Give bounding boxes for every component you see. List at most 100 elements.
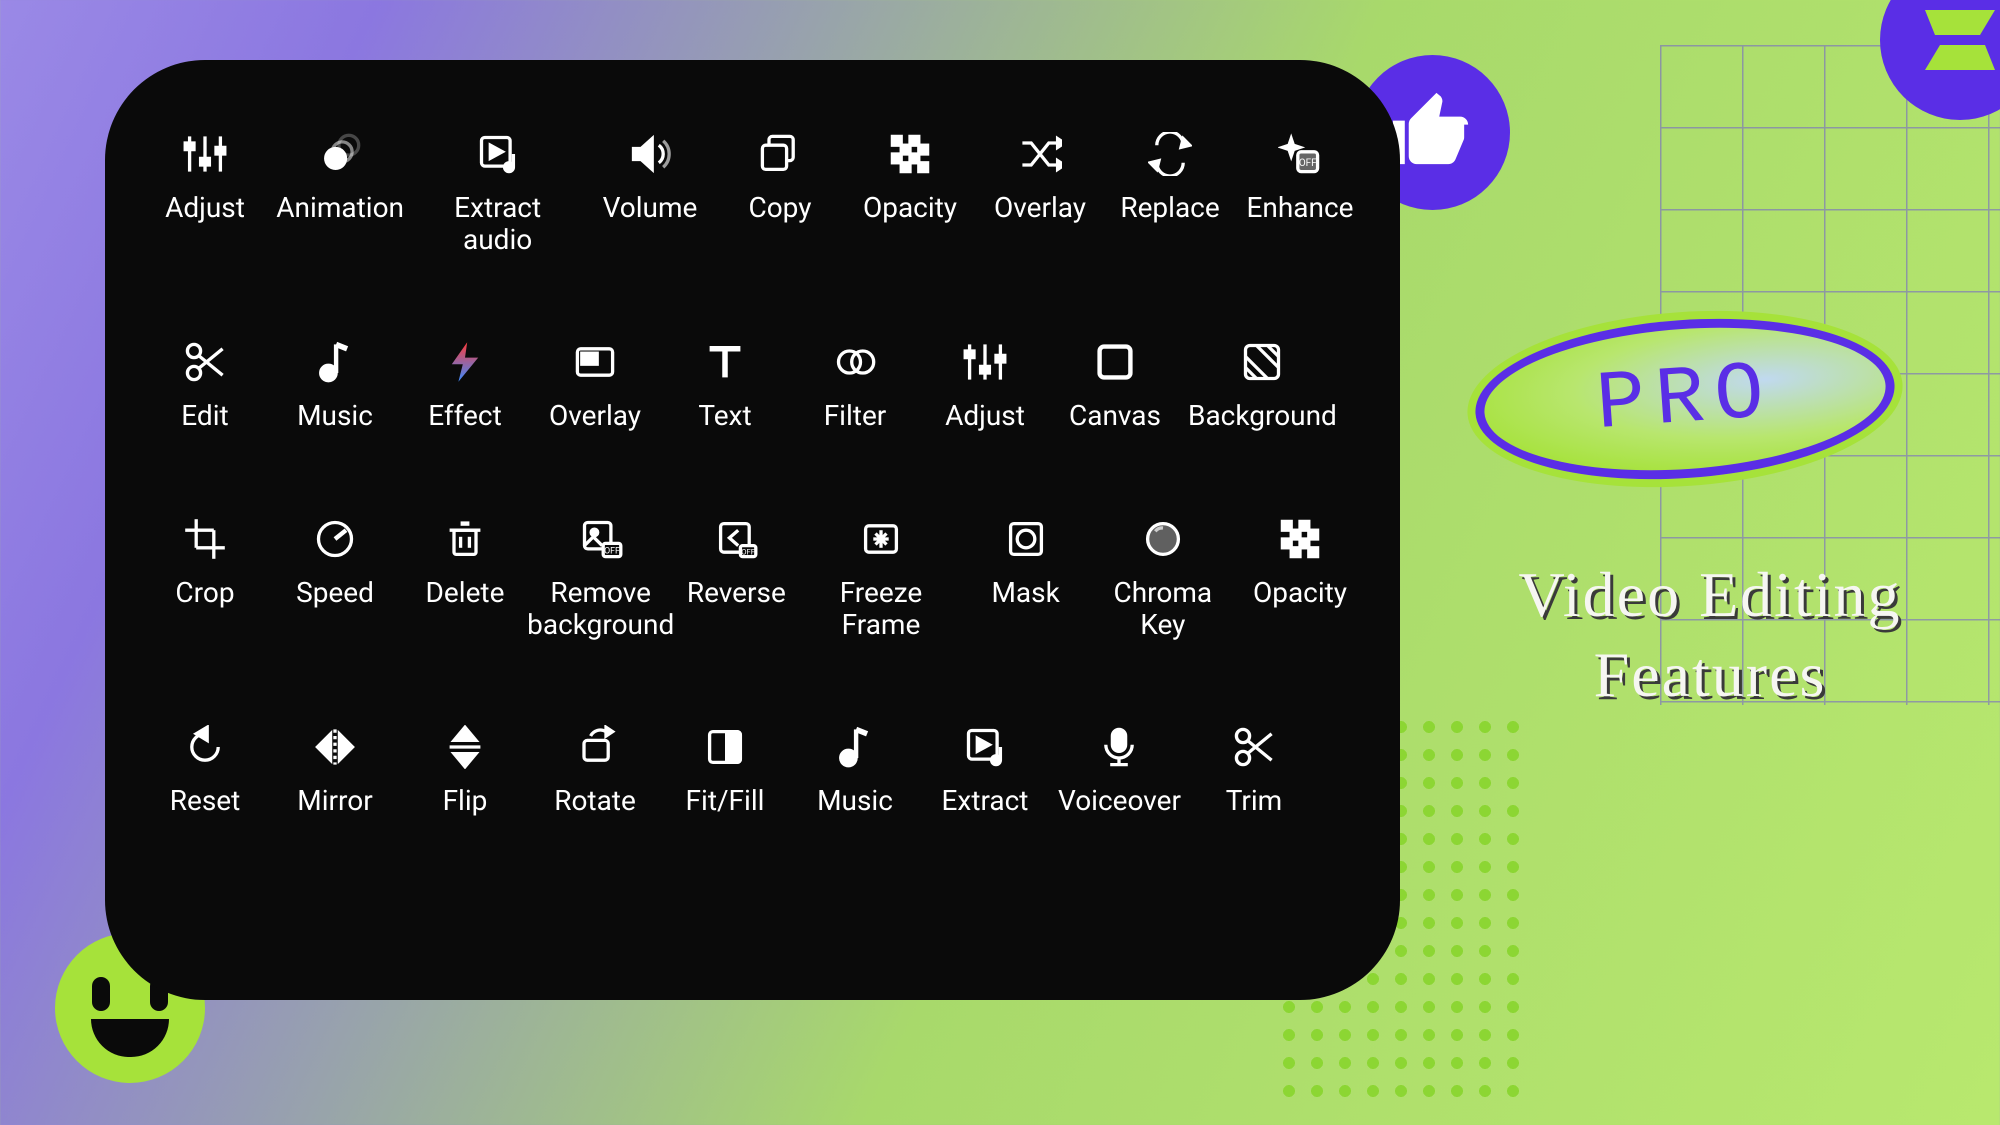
tool-label: Extract (942, 785, 1029, 817)
swap-icon (1148, 124, 1192, 184)
pro-badge-text: PRO (1593, 346, 1777, 451)
text-icon (703, 332, 747, 392)
chroma-button[interactable]: Chroma Key (1091, 495, 1235, 661)
opacity2-button[interactable]: Opacity (1235, 495, 1365, 661)
extract-audio-button[interactable]: Extract audio (410, 110, 585, 276)
tool-label: Background (1188, 400, 1337, 432)
effect-button[interactable]: Effect (400, 318, 530, 452)
undo-icon (183, 717, 227, 777)
background-button[interactable]: Background (1180, 318, 1345, 452)
tool-label: Rotate (554, 785, 636, 817)
speed-button[interactable]: Speed (270, 495, 400, 661)
tool-label: Fit/Fill (686, 785, 765, 817)
tool-label: Opacity (863, 192, 957, 224)
tool-label: Trim (1226, 785, 1283, 817)
copy-button[interactable]: Copy (715, 110, 845, 276)
reset-button[interactable]: Reset (140, 703, 270, 837)
loops-icon (833, 332, 877, 392)
tool-label: Reverse (687, 577, 786, 609)
volume-button[interactable]: Volume (585, 110, 715, 276)
tool-label: Speed (296, 577, 374, 609)
tool-label: Remove background (527, 577, 674, 641)
mirror-button[interactable]: Mirror (270, 703, 400, 837)
adjust2-button[interactable]: Adjust (920, 318, 1050, 452)
replace-button[interactable]: Replace (1105, 110, 1235, 276)
tool-label: Extract audio (418, 192, 577, 256)
tool-row: Crop Speed Delete Remove background Reverse F… (140, 495, 1365, 661)
checker-icon (1278, 509, 1322, 569)
canvas-button[interactable]: Canvas (1050, 318, 1180, 452)
crop-button[interactable]: Crop (140, 495, 270, 661)
mic-icon (1097, 717, 1141, 777)
tool-label: Copy (748, 192, 811, 224)
animation-button[interactable]: Animation (270, 110, 410, 276)
mask-button[interactable]: Mask (961, 495, 1091, 661)
rotate-icon (573, 717, 617, 777)
tool-label: Delete (426, 577, 505, 609)
overlay2-button[interactable]: Overlay (530, 318, 660, 452)
freeze-button[interactable]: Freeze Frame (801, 495, 960, 661)
gauge-icon (313, 509, 357, 569)
tool-label: Enhance (1247, 192, 1354, 224)
tool-label: Flip (443, 785, 488, 817)
tool-label: Voiceover (1058, 785, 1181, 817)
delete-button[interactable]: Delete (400, 495, 530, 661)
mirror-icon (313, 717, 357, 777)
text-button[interactable]: Text (660, 318, 790, 452)
tool-label: Animation (276, 192, 404, 224)
tool-label: Overlay (994, 192, 1086, 224)
page-title: Video Editing Features (1450, 555, 1970, 715)
tool-label: Adjust (945, 400, 1025, 432)
edit-button[interactable]: Edit (140, 318, 270, 452)
tool-panel: Adjust Animation Extract audio Volume Copy Op… (105, 60, 1400, 1000)
tool-label: Music (817, 785, 893, 817)
tool-label: Filter (824, 400, 887, 432)
reverse-button[interactable]: Reverse (671, 495, 801, 661)
backarrowOff-icon (714, 509, 758, 569)
tool-label: Effect (428, 400, 501, 432)
voiceover-button[interactable]: Voiceover (1050, 703, 1189, 837)
tool-label: Adjust (165, 192, 245, 224)
overlay-button[interactable]: Overlay (975, 110, 1105, 276)
music-button[interactable]: Music (270, 318, 400, 452)
fitfill-button[interactable]: Fit/Fill (660, 703, 790, 837)
sliders-icon (183, 124, 227, 184)
speaker-icon (628, 124, 672, 184)
trash-icon (443, 509, 487, 569)
flip-button[interactable]: Flip (400, 703, 530, 837)
extract-button[interactable]: Extract (920, 703, 1050, 837)
adjust-button[interactable]: Adjust (140, 110, 270, 276)
tool-label: Mask (991, 577, 1059, 609)
removebg-icon (579, 509, 623, 569)
fitfill-icon (703, 717, 747, 777)
hatch-icon (1240, 332, 1284, 392)
music2-button[interactable]: Music (790, 703, 920, 837)
tool-label: Opacity (1253, 577, 1347, 609)
rotate-button[interactable]: Rotate (530, 703, 660, 837)
crop-icon (183, 509, 227, 569)
checker-icon (888, 124, 932, 184)
enhance-button[interactable]: Enhance (1235, 110, 1365, 276)
opacity-button[interactable]: Opacity (845, 110, 975, 276)
sliders-icon (963, 332, 1007, 392)
copy-icon (758, 124, 802, 184)
square-icon (1093, 332, 1137, 392)
sparkleOff-icon (1278, 124, 1322, 184)
flipv-icon (443, 717, 487, 777)
tool-label: Volume (603, 192, 698, 224)
trim-button[interactable]: Trim (1189, 703, 1319, 837)
tool-label: Edit (181, 400, 228, 432)
tool-label: Crop (175, 577, 234, 609)
colorball-icon (1141, 509, 1185, 569)
playnote-icon (963, 717, 1007, 777)
tool-row: Edit Music Effect OverlayText Filter Adjust Ca… (140, 318, 1365, 452)
remove-bg-button[interactable]: Remove background (530, 495, 671, 661)
tool-row: Adjust Animation Extract audio Volume Copy Op… (140, 110, 1365, 276)
tool-label: Freeze Frame (809, 577, 952, 641)
ripple-icon (318, 124, 362, 184)
tool-label: Music (297, 400, 373, 432)
filter-button[interactable]: Filter (790, 318, 920, 452)
pip-icon (573, 332, 617, 392)
tool-label: Mirror (297, 785, 372, 817)
note-icon (313, 332, 357, 392)
